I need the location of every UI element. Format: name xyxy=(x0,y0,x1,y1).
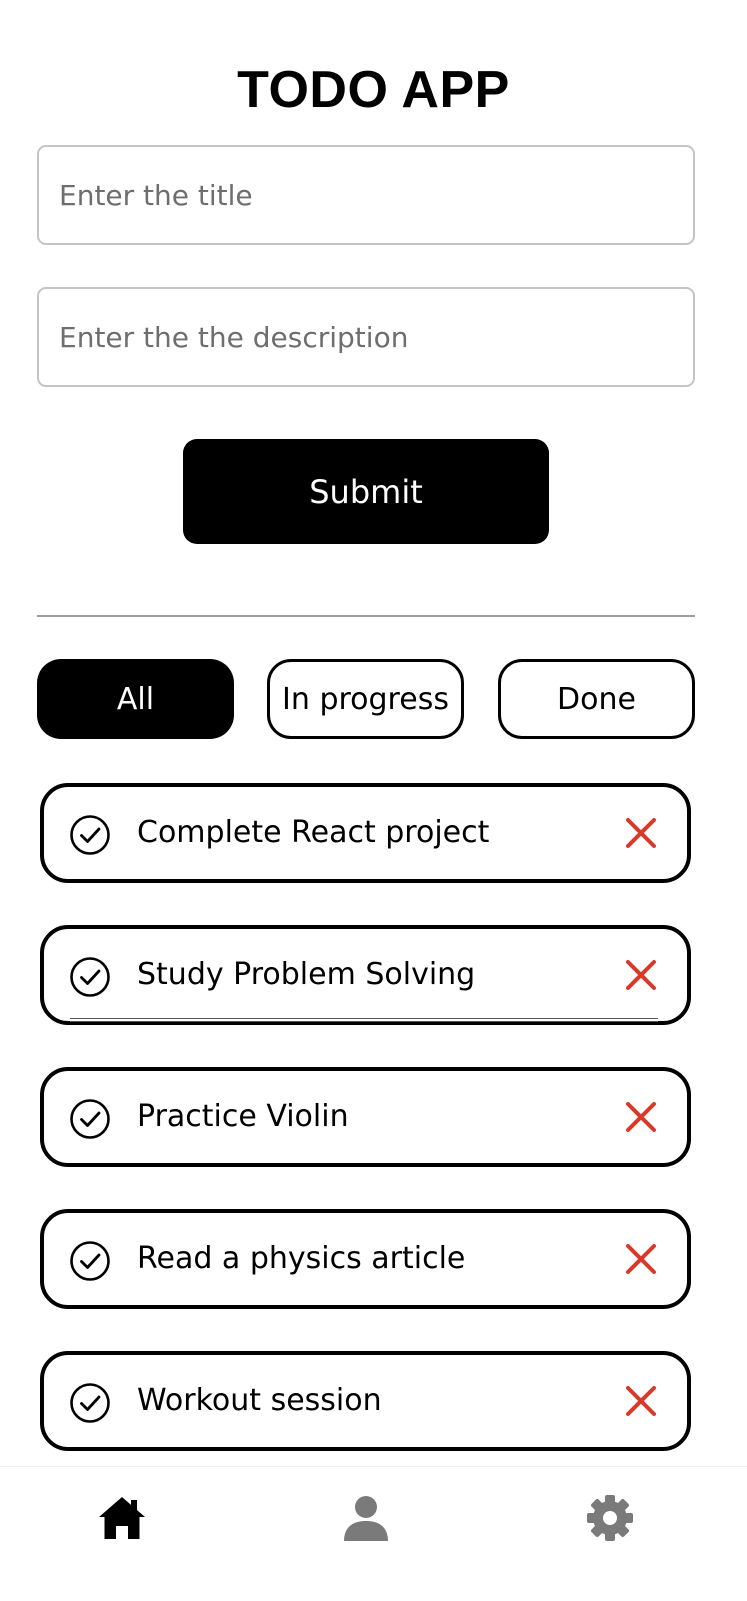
todo-item[interactable]: Practice Violin xyxy=(40,1067,691,1167)
todo-item[interactable]: Complete React project xyxy=(40,783,691,883)
title-input[interactable] xyxy=(37,145,695,245)
todo-item[interactable]: Study Problem Solving xyxy=(40,925,691,1025)
divider xyxy=(37,615,695,617)
todo-title: Practice Violin xyxy=(137,1099,349,1134)
submit-button-label: Submit xyxy=(309,472,423,511)
close-icon[interactable] xyxy=(625,1243,657,1275)
check-circle-icon[interactable] xyxy=(69,814,111,856)
check-circle-icon[interactable] xyxy=(69,1240,111,1282)
filter-all-button[interactable]: All xyxy=(37,659,234,739)
settings-icon[interactable] xyxy=(585,1493,635,1543)
profile-icon[interactable] xyxy=(341,1493,391,1543)
bottom-navigation xyxy=(0,1466,747,1601)
todo-title: Study Problem Solving xyxy=(137,957,476,992)
filter-in-progress-button[interactable]: In progress xyxy=(267,659,464,739)
todo-title: Complete React project xyxy=(137,815,490,850)
item-separator xyxy=(70,1018,658,1026)
check-circle-icon[interactable] xyxy=(69,956,111,998)
todo-title: Workout session xyxy=(137,1383,382,1418)
home-icon[interactable] xyxy=(97,1493,147,1543)
close-icon[interactable] xyxy=(625,959,657,991)
filter-all-label: All xyxy=(116,681,155,717)
check-circle-icon[interactable] xyxy=(69,1382,111,1424)
todo-title: Read a physics article xyxy=(137,1241,466,1276)
page-title: TODO APP xyxy=(237,61,510,119)
filter-done-button[interactable]: Done xyxy=(498,659,695,739)
filter-in-progress-label: In progress xyxy=(282,681,449,717)
check-circle-icon[interactable] xyxy=(69,1098,111,1140)
filter-done-label: Done xyxy=(557,681,636,717)
todo-item[interactable]: Workout session xyxy=(40,1351,691,1451)
close-icon[interactable] xyxy=(625,1385,657,1417)
todo-item[interactable]: Read a physics article xyxy=(40,1209,691,1309)
submit-button[interactable]: Submit xyxy=(183,439,549,544)
close-icon[interactable] xyxy=(625,1101,657,1133)
close-icon[interactable] xyxy=(625,817,657,849)
description-input[interactable] xyxy=(37,287,695,387)
